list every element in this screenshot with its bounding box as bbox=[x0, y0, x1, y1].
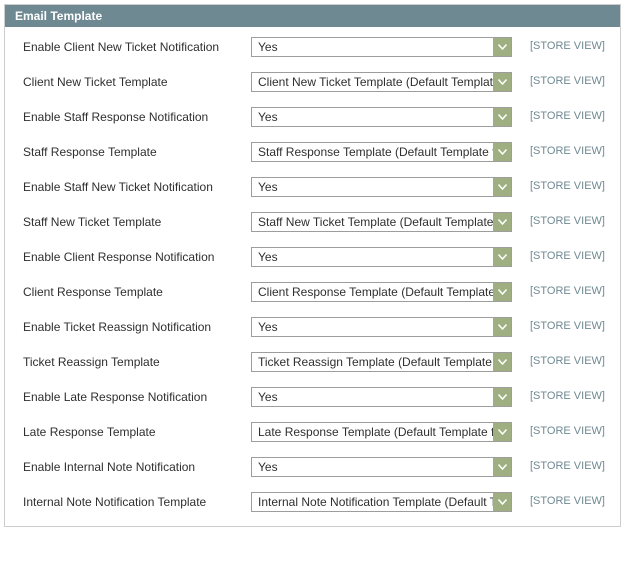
field-label: Enable Staff New Ticket Notification bbox=[23, 177, 251, 196]
select-staff-new-ticket-template[interactable]: Staff New Ticket Template (Default Templ… bbox=[251, 212, 512, 232]
field-label: Enable Late Response Notification bbox=[23, 387, 251, 406]
row-late-response-template: Late Response Template Late Response Tem… bbox=[23, 422, 602, 442]
row-enable-internal-note: Enable Internal Note Notification Yes [S… bbox=[23, 457, 602, 477]
select-client-response-template[interactable]: Client Response Template (Default Templa… bbox=[251, 282, 512, 302]
field-label: Internal Note Notification Template bbox=[23, 492, 251, 511]
field-label: Staff New Ticket Template bbox=[23, 212, 251, 231]
select-enable-client-response[interactable]: Yes bbox=[251, 247, 512, 267]
select-enable-ticket-reassign[interactable]: Yes bbox=[251, 317, 512, 337]
field-label: Client Response Template bbox=[23, 282, 251, 301]
chevron-down-icon bbox=[493, 458, 511, 476]
chevron-down-icon bbox=[493, 318, 511, 336]
select-value: Internal Note Notification Template (Def… bbox=[258, 495, 512, 509]
select-value: Yes bbox=[258, 110, 278, 124]
select-value: Client New Ticket Template (Default Temp… bbox=[258, 75, 512, 89]
select-value: Yes bbox=[258, 390, 278, 404]
select-staff-response-template[interactable]: Staff Response Template (Default Templat… bbox=[251, 142, 512, 162]
panel-title: Email Template bbox=[5, 5, 620, 27]
field-label: Ticket Reassign Template bbox=[23, 352, 251, 371]
scope-label: [STORE VIEW] bbox=[512, 282, 605, 297]
field-label: Enable Ticket Reassign Notification bbox=[23, 317, 251, 336]
row-client-new-ticket-template: Client New Ticket Template Client New Ti… bbox=[23, 72, 602, 92]
row-enable-client-response: Enable Client Response Notification Yes … bbox=[23, 247, 602, 267]
select-internal-note-template[interactable]: Internal Note Notification Template (Def… bbox=[251, 492, 512, 512]
select-value: Yes bbox=[258, 460, 278, 474]
scope-label: [STORE VIEW] bbox=[512, 72, 605, 87]
chevron-down-icon bbox=[493, 283, 511, 301]
scope-label: [STORE VIEW] bbox=[512, 37, 605, 52]
select-value: Yes bbox=[258, 250, 278, 264]
chevron-down-icon bbox=[493, 493, 511, 511]
row-internal-note-template: Internal Note Notification Template Inte… bbox=[23, 492, 602, 512]
select-value: Yes bbox=[258, 40, 278, 54]
select-enable-staff-new-ticket[interactable]: Yes bbox=[251, 177, 512, 197]
select-enable-client-new-ticket[interactable]: Yes bbox=[251, 37, 512, 57]
chevron-down-icon bbox=[493, 248, 511, 266]
chevron-down-icon bbox=[493, 73, 511, 91]
select-value: Client Response Template (Default Templa… bbox=[258, 285, 512, 299]
chevron-down-icon bbox=[493, 143, 511, 161]
scope-label: [STORE VIEW] bbox=[512, 107, 605, 122]
scope-label: [STORE VIEW] bbox=[512, 387, 605, 402]
panel-body: Enable Client New Ticket Notification Ye… bbox=[5, 27, 620, 526]
chevron-down-icon bbox=[493, 108, 511, 126]
scope-label: [STORE VIEW] bbox=[512, 177, 605, 192]
select-late-response-template[interactable]: Late Response Template (Default Template… bbox=[251, 422, 512, 442]
chevron-down-icon bbox=[493, 423, 511, 441]
select-client-new-ticket-template[interactable]: Client New Ticket Template (Default Temp… bbox=[251, 72, 512, 92]
field-label: Enable Staff Response Notification bbox=[23, 107, 251, 126]
row-enable-staff-response: Enable Staff Response Notification Yes [… bbox=[23, 107, 602, 127]
select-enable-late-response[interactable]: Yes bbox=[251, 387, 512, 407]
scope-label: [STORE VIEW] bbox=[512, 247, 605, 262]
select-value: Yes bbox=[258, 320, 278, 334]
row-enable-late-response: Enable Late Response Notification Yes [S… bbox=[23, 387, 602, 407]
chevron-down-icon bbox=[493, 353, 511, 371]
scope-label: [STORE VIEW] bbox=[512, 142, 605, 157]
scope-label: [STORE VIEW] bbox=[512, 422, 605, 437]
chevron-down-icon bbox=[493, 213, 511, 231]
chevron-down-icon bbox=[493, 178, 511, 196]
select-enable-internal-note[interactable]: Yes bbox=[251, 457, 512, 477]
field-label: Enable Client Response Notification bbox=[23, 247, 251, 266]
select-enable-staff-response[interactable]: Yes bbox=[251, 107, 512, 127]
field-label: Enable Client New Ticket Notification bbox=[23, 37, 251, 56]
chevron-down-icon bbox=[493, 38, 511, 56]
chevron-down-icon bbox=[493, 388, 511, 406]
scope-label: [STORE VIEW] bbox=[512, 457, 605, 472]
select-value: Staff Response Template (Default Templat… bbox=[258, 145, 512, 159]
row-staff-response-template: Staff Response Template Staff Response T… bbox=[23, 142, 602, 162]
scope-label: [STORE VIEW] bbox=[512, 317, 605, 332]
row-staff-new-ticket-template: Staff New Ticket Template Staff New Tick… bbox=[23, 212, 602, 232]
row-enable-ticket-reassign: Enable Ticket Reassign Notification Yes … bbox=[23, 317, 602, 337]
scope-label: [STORE VIEW] bbox=[512, 492, 605, 507]
field-label: Staff Response Template bbox=[23, 142, 251, 161]
field-label: Client New Ticket Template bbox=[23, 72, 251, 91]
select-value: Staff New Ticket Template (Default Templ… bbox=[258, 215, 512, 229]
scope-label: [STORE VIEW] bbox=[512, 212, 605, 227]
email-template-panel: Email Template Enable Client New Ticket … bbox=[4, 4, 621, 527]
row-ticket-reassign-template: Ticket Reassign Template Ticket Reassign… bbox=[23, 352, 602, 372]
select-value: Late Response Template (Default Template… bbox=[258, 425, 512, 439]
row-enable-staff-new-ticket: Enable Staff New Ticket Notification Yes… bbox=[23, 177, 602, 197]
field-label: Enable Internal Note Notification bbox=[23, 457, 251, 476]
row-enable-client-new-ticket: Enable Client New Ticket Notification Ye… bbox=[23, 37, 602, 57]
scope-label: [STORE VIEW] bbox=[512, 352, 605, 367]
select-value: Ticket Reassign Template (Default Templa… bbox=[258, 355, 512, 369]
row-client-response-template: Client Response Template Client Response… bbox=[23, 282, 602, 302]
field-label: Late Response Template bbox=[23, 422, 251, 441]
select-ticket-reassign-template[interactable]: Ticket Reassign Template (Default Templa… bbox=[251, 352, 512, 372]
select-value: Yes bbox=[258, 180, 278, 194]
